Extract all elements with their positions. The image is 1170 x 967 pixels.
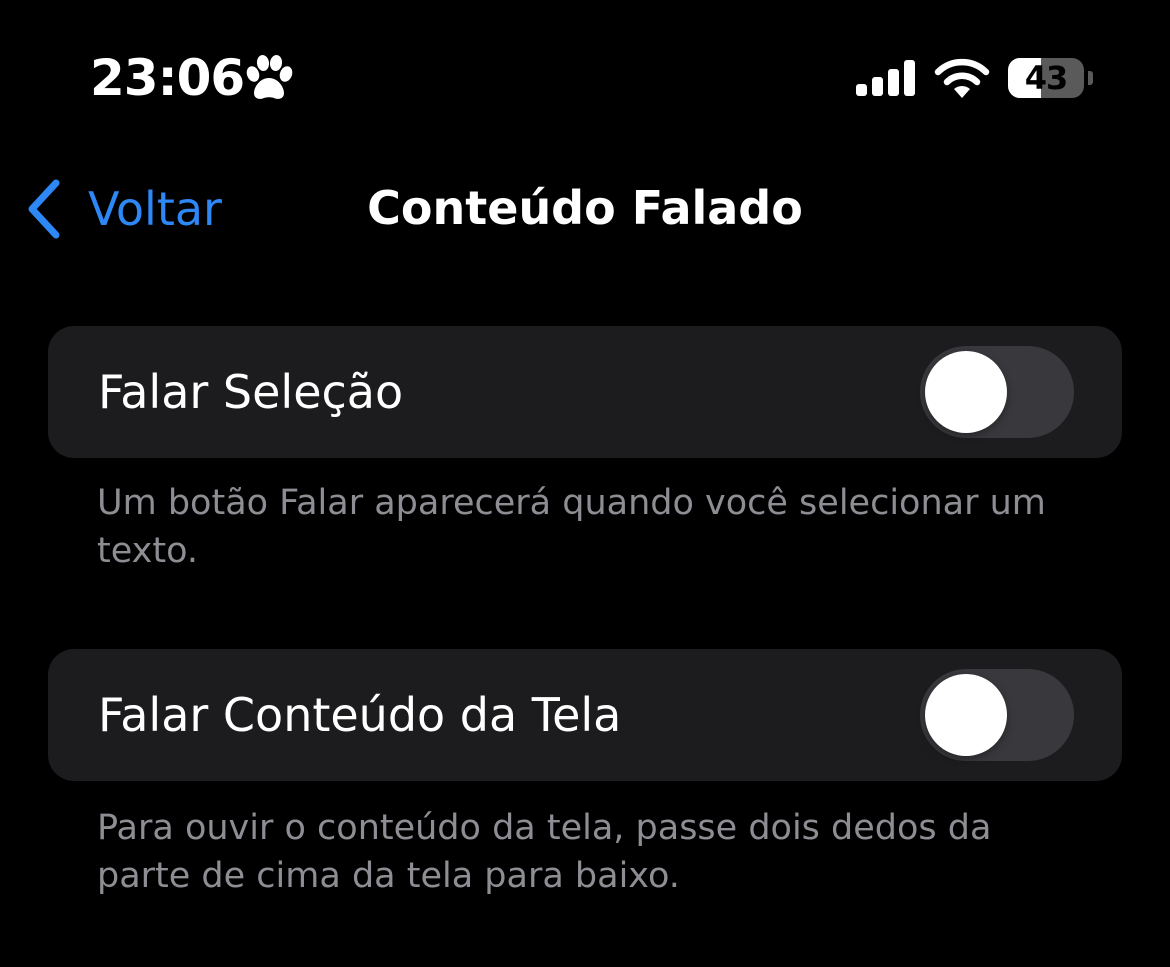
speak-screen-label: Falar Conteúdo da Tela — [98, 688, 622, 742]
settings-group-speak-selection: Falar Seleção — [48, 326, 1122, 458]
speak-selection-toggle[interactable] — [920, 346, 1074, 438]
battery-icon: 43 — [1008, 58, 1094, 98]
status-bar: 23:06 43 — [0, 0, 1170, 150]
speak-screen-toggle[interactable] — [920, 669, 1074, 761]
speak-selection-label: Falar Seleção — [98, 365, 404, 419]
navigation-bar: Voltar Conteúdo Falado — [0, 160, 1170, 260]
page-title: Conteúdo Falado — [367, 181, 803, 235]
wifi-icon — [934, 58, 990, 98]
settings-group-speak-screen: Falar Conteúdo da Tela — [48, 649, 1122, 781]
speak-screen-footer: Para ouvir o conteúdo da tela, passe doi… — [97, 808, 992, 896]
cellular-signal-icon — [856, 60, 915, 96]
battery-cap — [1088, 71, 1093, 85]
paw-icon — [246, 55, 293, 99]
speak-selection-footer: Um botão Falar aparecerá quando você sel… — [97, 483, 1046, 571]
battery-body: 43 — [1008, 58, 1084, 98]
battery-level: 43 — [1024, 59, 1069, 97]
toggle-knob — [925, 351, 1007, 433]
toggle-knob — [925, 674, 1007, 756]
status-time: 23:06 — [90, 49, 245, 107]
